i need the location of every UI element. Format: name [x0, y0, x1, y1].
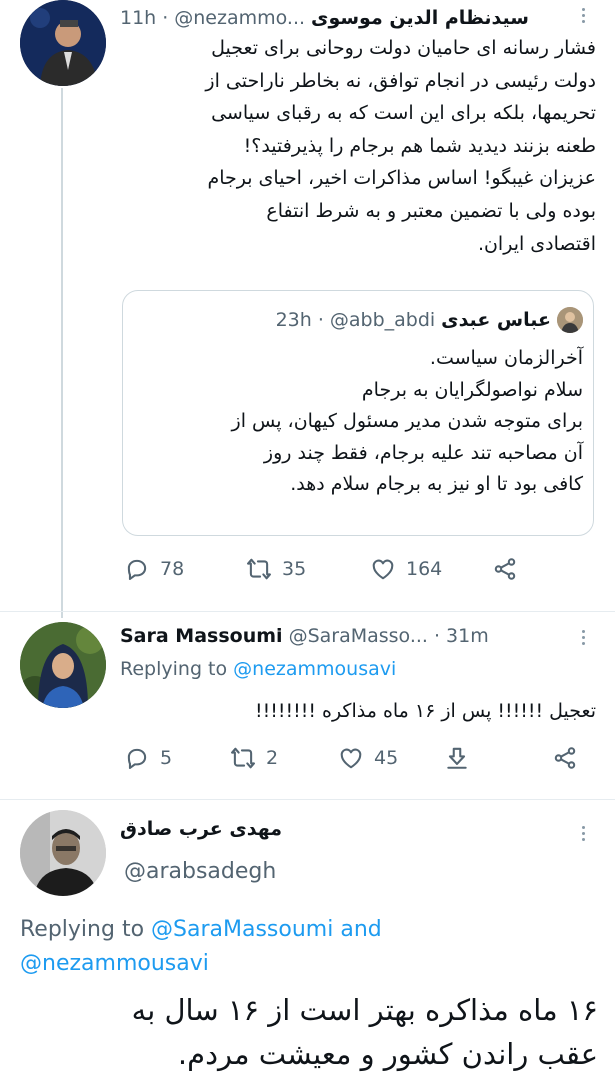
share-icon	[494, 558, 516, 580]
quote-line: کافی بود تا او نیز به برجام سلام دهد.	[290, 473, 583, 495]
like-button[interactable]: 45	[338, 745, 398, 771]
tweet2-display-name[interactable]: Sara Massoumi	[120, 625, 283, 647]
replying-and: and	[340, 917, 382, 942]
more-icon[interactable]	[582, 630, 586, 645]
reply-icon	[127, 748, 147, 769]
dot-separator: ·	[317, 309, 324, 331]
more-icon[interactable]	[582, 8, 586, 23]
replying-to-link[interactable]: @nezammousavi	[233, 658, 396, 680]
heart-icon	[340, 748, 362, 769]
retweet-button[interactable]: 2	[230, 745, 278, 771]
reply-icon	[127, 559, 147, 580]
tweet1-header: 11h · @nezammo... سیدنظام الدین موسوی	[120, 4, 565, 32]
download-icon	[447, 747, 467, 769]
retweet-icon	[231, 747, 255, 769]
more-icon[interactable]	[582, 826, 586, 841]
tweet1-display-name[interactable]: سیدنظام الدین موسوی	[311, 7, 529, 29]
heart-icon	[372, 559, 394, 580]
tweet1-line: اقتصادی ایران.	[477, 232, 596, 255]
tweet1-line: فشار رسانه ای حامیان دولت روحانی برای تع…	[211, 37, 596, 59]
tweet2-handle[interactable]: @SaraMasso...	[289, 625, 428, 647]
reply-button[interactable]: 78	[124, 556, 184, 582]
tweet1-line: طعنه بزنند دیدید شما هم برجام را پذیرفتی…	[243, 134, 596, 157]
retweet-count: 2	[266, 747, 279, 769]
tweet3-line: عقب راندن کشور و معیشت مردم.	[177, 1037, 598, 1071]
download-button[interactable]	[444, 745, 470, 771]
reply-count: 5	[160, 747, 173, 769]
quote-line: برای متوجه شدن مدیر مسئول کیهان، پس از	[231, 410, 583, 432]
quoted-tweet-card[interactable]: 23h · @abb_abdi عباس عبدی آخرالزمان سیاس…	[122, 290, 594, 536]
retweet-icon	[247, 558, 271, 580]
quote-text: آخرالزمان سیاست. سلام نواصولگرایان به بر…	[135, 343, 583, 501]
thread-line	[61, 88, 63, 618]
share-button[interactable]	[492, 556, 518, 582]
tweet1-line: دولت رئیسی در انجام توافق، نه بخاطر نارا…	[205, 69, 596, 92]
retweet-count: 35	[282, 558, 307, 580]
like-count: 45	[374, 747, 399, 769]
tweet3-replying: Replying to @SaraMassoumi and @nezammous…	[20, 913, 600, 981]
dot-separator: ·	[433, 625, 441, 647]
share-button[interactable]	[552, 745, 578, 771]
quote-time: 23h	[275, 309, 312, 331]
quote-line: سلام نواصولگرایان به برجام	[361, 378, 583, 401]
avatar-nezammousavi[interactable]	[20, 0, 106, 86]
tweet2-header: Sara Massoumi @SaraMasso... · 31m	[120, 622, 580, 650]
tweet1-line: بوده ولی با تضمین معتبر و به شرط انتفاع	[266, 199, 596, 222]
tweet1-line: عزیزان غیبگو! اساس مذاکرات اخیر، احیای ب…	[207, 167, 596, 190]
avatar-arabsadegh[interactable]	[20, 810, 106, 896]
tweet1-text: فشار رسانه ای حامیان دولت روحانی برای تع…	[118, 32, 596, 260]
like-button[interactable]: 164	[370, 556, 442, 582]
quote-line: آن مصاحبه تند علیه برجام، فقط چند روز	[263, 441, 583, 464]
share-icon	[554, 747, 576, 769]
retweet-button[interactable]: 35	[246, 556, 306, 582]
avatar-sara-massoumi[interactable]	[20, 622, 106, 708]
dot-separator: ·	[162, 7, 169, 29]
replying-to-link[interactable]: @SaraMassoumi	[151, 917, 333, 942]
quote-display-name: عباس عبدی	[441, 309, 551, 331]
divider	[0, 799, 615, 800]
tweet3-display-name[interactable]: مهدی عرب صادق	[120, 818, 300, 840]
quote-line: آخرالزمان سیاست.	[429, 347, 583, 369]
tweet1-handle[interactable]: @nezammo...	[174, 7, 305, 29]
reply-button[interactable]: 5	[124, 745, 172, 771]
tweet3-line: ۱۶ ماه مذاکره بهتر است از ۱۶ سال به	[131, 993, 598, 1027]
divider	[0, 611, 615, 612]
like-count: 164	[406, 558, 443, 580]
reply-count: 78	[160, 558, 185, 580]
tweet3-text: ۱۶ ماه مذاکره بهتر است از ۱۶ سال به عقب …	[20, 988, 598, 1076]
tweet1-line: تحریمها، بلکه برای این است که به رقبای س…	[211, 102, 596, 125]
tweet2-line: تعجیل !!!!!! پس از ۱۶ ماه مذاکره !!!!!!!…	[255, 700, 596, 722]
quote-header: 23h · @abb_abdi عباس عبدی	[133, 307, 583, 333]
tweet3-handle[interactable]: @arabsadegh	[124, 859, 276, 884]
tweet1-time[interactable]: 11h	[120, 7, 156, 29]
replying-to-label: Replying to	[120, 658, 228, 680]
tweet2-text: تعجیل !!!!!! پس از ۱۶ ماه مذاکره !!!!!!!…	[118, 696, 596, 726]
tweet2-time[interactable]: 31m	[446, 625, 489, 647]
quote-handle: @abb_abdi	[329, 309, 436, 331]
quote-avatar	[557, 307, 583, 333]
replying-to-label: Replying to	[20, 917, 145, 942]
replying-to-link[interactable]: @nezammousavi	[20, 951, 209, 976]
tweet2-replying: Replying to @nezammousavi	[120, 658, 396, 680]
